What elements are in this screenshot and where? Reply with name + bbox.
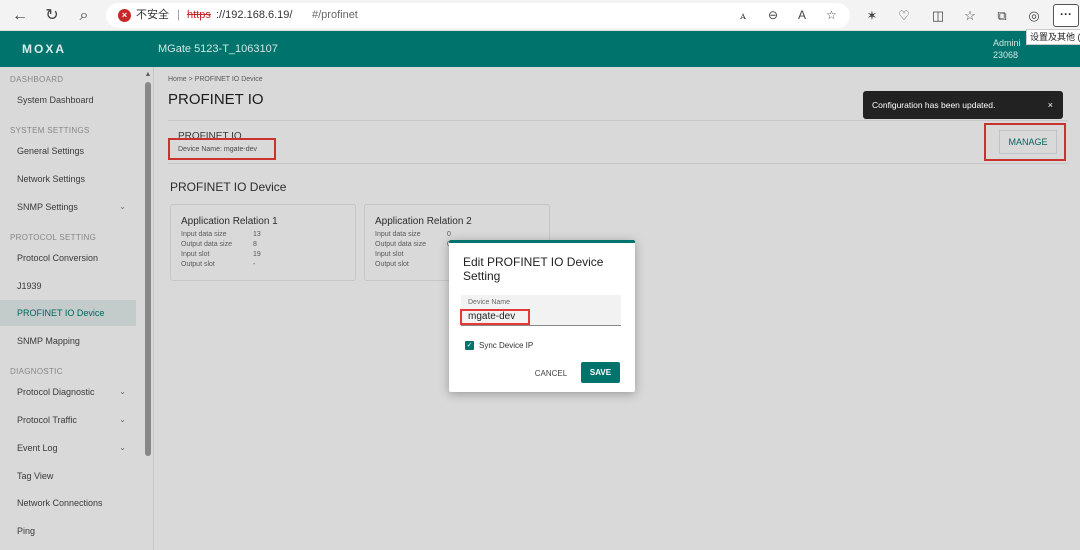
device-name-label: Device Name — [468, 299, 511, 306]
url-host: ://192.168.6.19/ — [216, 9, 293, 21]
insecure-icon: × — [118, 9, 131, 22]
read-aloud-icon[interactable]: A — [798, 3, 806, 28]
browser-essentials-icon[interactable]: ♡ — [894, 6, 914, 26]
user-name: Admini — [993, 38, 1021, 48]
edit-device-dialog: Edit PROFINET IO Device Setting Device N… — [449, 240, 635, 392]
back-icon[interactable]: ← — [10, 6, 30, 26]
zoom-icon[interactable]: ⊖ — [768, 3, 778, 28]
user-menu[interactable]: Admini 23068 — [993, 37, 1021, 61]
address-bar[interactable]: × 不安全 | https ://192.168.6.19/ #/profine… — [106, 3, 850, 28]
url-scheme: https — [187, 9, 211, 21]
dialog-title: Edit PROFINET IO Device Setting — [463, 255, 604, 283]
moxa-logo: MOXA — [22, 42, 66, 56]
close-icon[interactable]: × — [1048, 91, 1053, 119]
toast-message: Configuration has been updated. — [872, 100, 996, 110]
favorite-star-icon[interactable]: ☆ — [826, 3, 837, 28]
device-title: MGate 5123-T_1063107 — [158, 43, 278, 55]
user-id: 23068 — [993, 50, 1019, 60]
save-button[interactable]: SAVE — [581, 362, 620, 383]
refresh-icon[interactable]: ↻ — [42, 6, 62, 26]
performance-icon[interactable]: ◎ — [1024, 6, 1044, 26]
sync-device-ip-checkbox[interactable]: ✓ — [465, 341, 474, 350]
collections-icon[interactable]: ⧉ — [992, 6, 1012, 26]
cancel-button[interactable]: CANCEL — [531, 364, 571, 384]
split-screen-icon[interactable]: ◫ — [928, 6, 948, 26]
address-separator: | — [177, 9, 180, 21]
sync-device-ip-label: Sync Device IP — [479, 341, 534, 350]
highlight-box-device-name-input — [460, 309, 530, 325]
app-header: MOXA MGate 5123-T_1063107 Admini 23068 — [0, 31, 1080, 67]
browser-toolbar: ← ↻ ⌕ × 不安全 | https ://192.168.6.19/ #/p… — [0, 0, 1080, 31]
url-path: #/profinet — [312, 9, 358, 21]
translate-icon[interactable]: ꭺ — [740, 3, 746, 28]
extension-icon[interactable]: ✶ — [862, 6, 882, 26]
more-menu-button[interactable]: ··· — [1053, 4, 1079, 27]
favorites-icon[interactable]: ☆ — [960, 6, 980, 26]
more-menu-tooltip: 设置及其他 (Alt+F) — [1026, 29, 1080, 45]
insecure-label: 不安全 — [136, 9, 169, 21]
toast-notification: Configuration has been updated. × — [863, 91, 1063, 119]
search-icon[interactable]: ⌕ — [74, 6, 94, 26]
